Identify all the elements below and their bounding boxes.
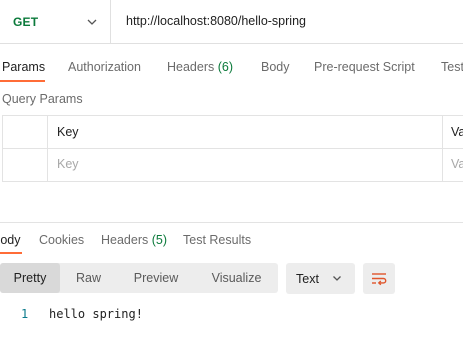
- tab-response-body[interactable]: Body: [0, 231, 21, 249]
- tab-authorization[interactable]: Authorization: [68, 58, 141, 76]
- tab-label: Cookies: [39, 233, 85, 247]
- tab-label: Pre-request Script: [314, 60, 415, 74]
- tab-tests[interactable]: Test: [441, 58, 463, 76]
- chevron-down-icon: [87, 19, 97, 25]
- tab-label: Test: [441, 60, 463, 74]
- tab-response-headers[interactable]: Headers (5): [101, 231, 167, 249]
- tab-label: Headers: [167, 60, 215, 74]
- view-visualize-button[interactable]: Visualize: [195, 263, 278, 293]
- view-pretty-button[interactable]: Pretty: [0, 263, 60, 293]
- key-input[interactable]: Key: [57, 157, 79, 171]
- tab-cookies[interactable]: Cookies: [39, 231, 84, 249]
- headers-count: (5): [151, 233, 168, 247]
- url-input[interactable]: http://localhost:8080/hello-spring: [126, 14, 306, 28]
- active-tab-indicator: [0, 80, 45, 82]
- table-divider: [442, 116, 443, 181]
- tab-label: Body: [0, 233, 21, 247]
- tab-label: Body: [261, 60, 290, 74]
- tab-label: Test Results: [183, 233, 252, 247]
- request-bar: GET http://localhost:8080/hello-spring: [0, 0, 463, 44]
- word-wrap-button[interactable]: [363, 263, 395, 294]
- active-tab-indicator: [0, 252, 22, 254]
- response-tabs: Body Cookies Headers (5) Test Results: [0, 231, 463, 253]
- response-body-text: hello spring!: [49, 307, 143, 321]
- chevron-down-icon: [333, 276, 341, 281]
- value-input[interactable]: Va: [451, 157, 463, 171]
- format-label: Text: [296, 272, 319, 286]
- request-tabs: Params Authorization Headers (6) Body Pr…: [0, 58, 463, 80]
- view-preview-button[interactable]: Preview: [117, 263, 195, 293]
- word-wrap-icon: [372, 273, 387, 286]
- query-params-table: Key Va Key Va: [2, 115, 463, 182]
- tab-label: Params: [2, 60, 46, 74]
- key-column-header: Key: [57, 125, 79, 139]
- tab-test-results[interactable]: Test Results: [183, 231, 251, 249]
- tab-pre-request-script[interactable]: Pre-request Script: [314, 58, 415, 76]
- query-params-title: Query Params: [2, 92, 83, 106]
- table-divider: [3, 148, 463, 149]
- tab-params[interactable]: Params: [2, 58, 45, 76]
- tab-body[interactable]: Body: [261, 58, 290, 76]
- headers-count: (6): [217, 60, 234, 74]
- tab-headers[interactable]: Headers (6): [167, 58, 233, 76]
- tab-label: Headers: [101, 233, 149, 247]
- view-mode-segment: Pretty Raw Preview Visualize: [0, 263, 278, 293]
- pane-divider[interactable]: [0, 222, 463, 223]
- table-divider: [47, 116, 48, 181]
- value-column-header: Va: [451, 125, 463, 139]
- method-label: GET: [13, 15, 39, 29]
- format-select[interactable]: Text: [286, 263, 355, 294]
- tab-label: Authorization: [68, 60, 141, 74]
- line-number: 1: [21, 307, 29, 321]
- method-select[interactable]: GET: [0, 0, 111, 44]
- view-raw-button[interactable]: Raw: [60, 263, 117, 293]
- postman-request-panel: GET http://localhost:8080/hello-spring P…: [0, 0, 463, 350]
